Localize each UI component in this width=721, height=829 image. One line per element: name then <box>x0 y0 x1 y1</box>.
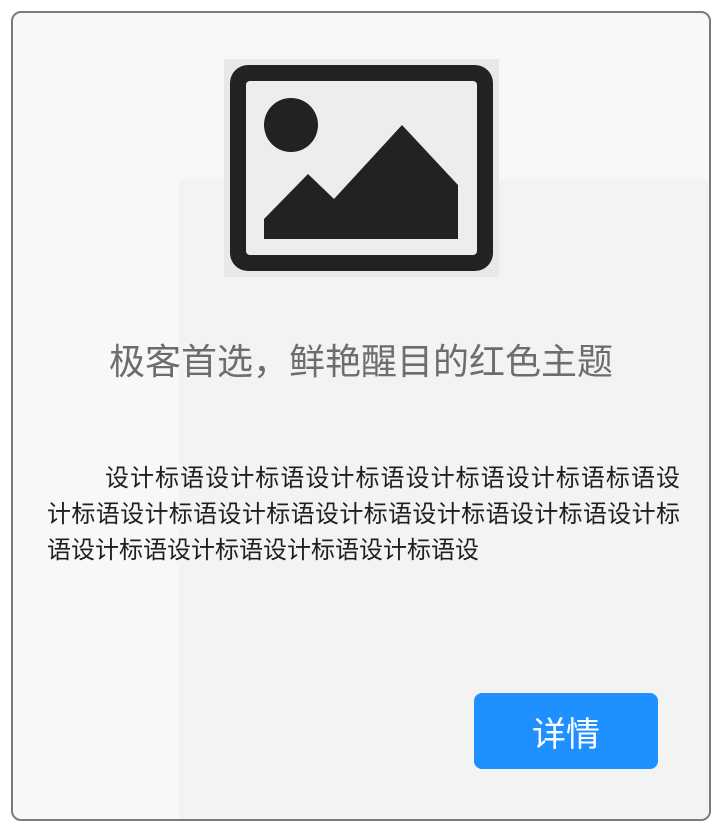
card: 极客首选，鲜艳醒目的红色主题 设计标语设计标语设计标语设计标语设计标语标语设计标… <box>11 11 711 821</box>
image-placeholder-icon <box>224 59 499 277</box>
card-title: 极客首选，鲜艳醒目的红色主题 <box>108 342 613 383</box>
detail-button[interactable]: 详情 <box>474 693 658 769</box>
card-description: 设计标语设计标语设计标语设计标语设计标语标语设计标语设计标语设计标语设计标语设计… <box>47 464 680 564</box>
